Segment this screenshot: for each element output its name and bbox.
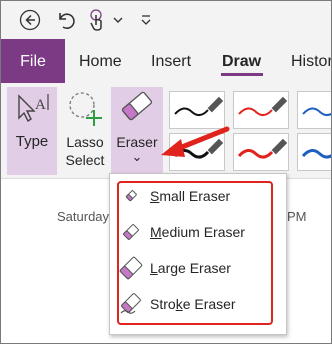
page-time: PM [287, 209, 307, 224]
lasso-select-button[interactable]: Lasso Select [61, 87, 109, 175]
tab-insert[interactable]: Insert [151, 39, 191, 83]
lasso-label-line1: Lasso [66, 134, 104, 150]
eraser-icon [111, 87, 163, 125]
touch-mode-icon[interactable] [85, 7, 111, 33]
tab-file[interactable]: File [1, 39, 65, 83]
tab-home[interactable]: Home [79, 39, 122, 83]
ribbon-tabs: File Home Insert Draw Histor [1, 39, 331, 83]
type-cursor-icon: A [7, 87, 57, 129]
pen-swatch[interactable] [297, 133, 331, 171]
customize-qat-icon[interactable] [137, 7, 155, 33]
pen-swatch[interactable] [297, 91, 331, 129]
draw-ribbon: A Type Lasso Select Eraser ⌄ [1, 83, 331, 179]
chevron-down-icon[interactable] [111, 7, 125, 33]
active-tab-indicator [221, 73, 263, 76]
type-label: Type [15, 133, 49, 150]
lasso-icon [61, 87, 109, 129]
onenote-window: File Home Insert Draw Histor A Type Lass… [0, 0, 332, 344]
svg-text:A: A [35, 97, 46, 113]
undo-icon[interactable] [53, 7, 79, 33]
eraser-chevron-icon[interactable]: ⌄ [111, 150, 163, 163]
menu-highlight-box [117, 181, 273, 325]
tab-draw[interactable]: Draw [222, 39, 261, 83]
back-icon[interactable] [17, 7, 43, 33]
pen-swatch[interactable] [233, 91, 289, 129]
page-date: Saturday [57, 209, 110, 224]
quick-access-toolbar [1, 1, 331, 39]
pen-swatch[interactable] [169, 91, 225, 129]
type-button[interactable]: A Type [7, 87, 57, 175]
tab-history[interactable]: Histor [291, 39, 331, 83]
lasso-label-line2: Select [65, 152, 105, 168]
pen-swatch[interactable] [233, 133, 289, 171]
eraser-button[interactable]: Eraser ⌄ [111, 87, 163, 173]
pen-swatch[interactable] [169, 133, 225, 171]
